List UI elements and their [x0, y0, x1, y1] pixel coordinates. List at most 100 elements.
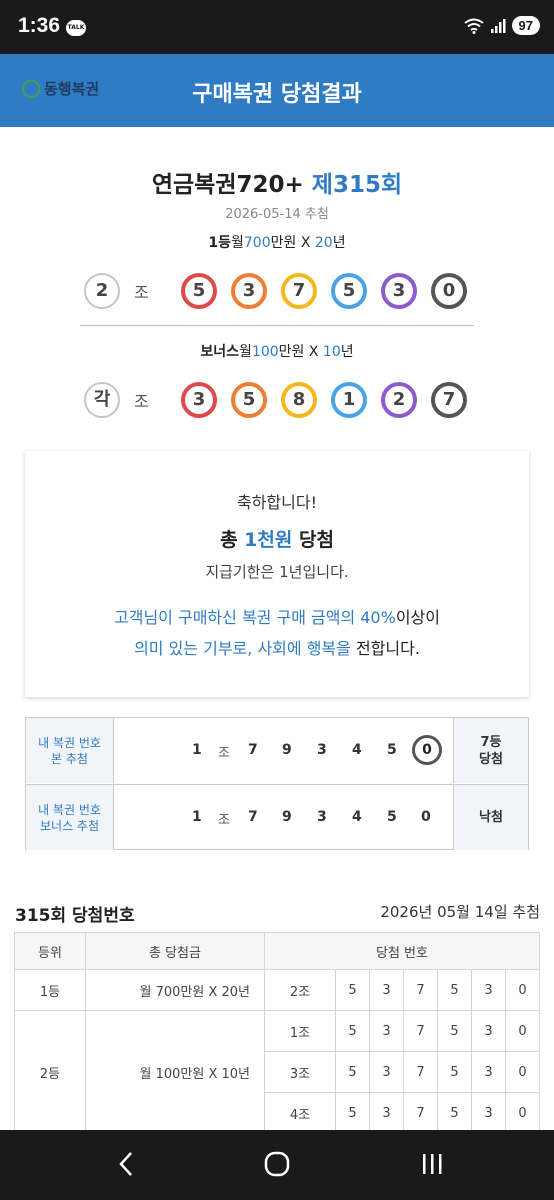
donation-message-line1: 고객님이 구매하신 복권 구매 금액의 40%이상이 — [114, 608, 440, 627]
game-name: 연금복권720+ — [151, 172, 304, 198]
ticket-digit: 3 — [317, 809, 327, 825]
status-bar: 1:36 TALK 97 — [0, 0, 554, 54]
digit-cell: 7 — [403, 1010, 438, 1052]
digit-cell: 0 — [505, 1010, 540, 1052]
number-ball: 7 — [281, 273, 317, 309]
my-ticket-bonus-label: 내 복권 번호 보너스 추첨 — [26, 785, 114, 850]
congrats-card: 축하합니다! 총 1천원 당첨 지급기한은 1년입니다. 고객님이 구매하신 복… — [25, 451, 529, 697]
my-ticket-bonus-result: 낙첨 — [453, 785, 528, 850]
number-ball: 2 — [381, 382, 417, 418]
ticket-digit: 9 — [282, 742, 292, 758]
wifi-icon — [463, 18, 484, 34]
back-button[interactable] — [108, 1142, 144, 1186]
my-ticket-main-result: 7등 당첨 — [453, 718, 528, 783]
ticket-digit: 7 — [248, 809, 258, 825]
ticket-digit: 3 — [317, 742, 327, 758]
number-ball: 3 — [381, 273, 417, 309]
ticket-digit: 7 — [248, 742, 258, 758]
ticket-group: 1 — [192, 742, 202, 758]
group-unit-label: 조 — [134, 283, 149, 302]
rank-cell: 1등 — [14, 969, 86, 1011]
group-cell: 2조 — [264, 969, 336, 1011]
table-row: 2등 월 100만원 X 10년 1조 5 3 7 5 3 0 — [14, 1010, 540, 1134]
digit-cell: 5 — [437, 1010, 472, 1052]
header-numbers: 당첨 번호 — [264, 932, 540, 970]
ticket-group: 1 — [192, 809, 202, 825]
payment-deadline: 지급기한은 1년입니다. — [205, 563, 349, 581]
number-ball: 5 — [181, 273, 217, 309]
table-header-row: 등위 총 당첨금 당첨 번호 — [14, 932, 540, 970]
digit-cell: 5 — [335, 1051, 370, 1093]
navigation-bar — [0, 1130, 554, 1200]
digit-cell: 3 — [369, 1051, 404, 1093]
bonus-prize-label: 보너스월100만원 X 10년 — [200, 344, 354, 360]
battery-indicator: 97 — [511, 16, 540, 35]
digit-cell: 5 — [335, 969, 370, 1011]
number-ball: 8 — [281, 382, 317, 418]
digit-cell: 3 — [471, 1010, 506, 1052]
ticket-digit: 4 — [352, 742, 362, 758]
my-ticket-main-label: 내 복권 번호 본 추첨 — [26, 718, 114, 783]
recent-apps-icon — [423, 1154, 442, 1174]
matched-digit: 0 — [412, 735, 442, 765]
group-cell: 3조 — [264, 1051, 336, 1093]
digit-cell: 0 — [505, 969, 540, 1011]
round-number: 제315회 — [311, 172, 403, 198]
ticket-digit: 5 — [387, 742, 397, 758]
winning-numbers-date: 2026년 05월 14일 추첨 — [380, 903, 540, 921]
digit-cell: 5 — [437, 969, 472, 1011]
digit-cell: 3 — [471, 1092, 506, 1134]
ticket-digit: 4 — [352, 809, 362, 825]
recents-button[interactable] — [414, 1142, 450, 1186]
ticket-group-unit: 조 — [218, 746, 230, 761]
app-header: 동행복권 구매복권 당첨결과 — [0, 54, 554, 127]
page-title: 구매복권 당첨결과 — [192, 82, 362, 107]
prize-cell: 월 700만원 X 20년 — [85, 969, 265, 1011]
digit-cell: 5 — [335, 1092, 370, 1134]
home-button[interactable] — [259, 1142, 295, 1186]
my-ticket-bonus-row: 내 복권 번호 보너스 추첨 1 조 7 9 3 4 5 0 낙첨 — [26, 784, 528, 850]
group-ball: 2 — [84, 273, 120, 309]
digit-cell: 3 — [471, 1051, 506, 1093]
congrats-text: 축하합니다! — [236, 493, 317, 512]
winning-numbers-section: 315회 당첨번호 2026년 05월 14일 추첨 등위 총 당첨금 당첨 번… — [0, 877, 554, 1134]
number-ball: 5 — [331, 273, 367, 309]
group-ball: 각 — [84, 382, 120, 418]
prize-cell: 월 100만원 X 10년 — [85, 1010, 265, 1134]
number-ball: 0 — [431, 273, 467, 309]
group-cell: 1조 — [264, 1010, 336, 1052]
my-ticket-main-row: 내 복권 번호 본 추첨 1 조 7 9 3 4 50 7등 당첨 — [26, 718, 528, 783]
digit-cell: 7 — [403, 969, 438, 1011]
rank-cell: 2등 — [14, 1010, 86, 1134]
draw-date: 2026-05-14 추첨 — [225, 207, 329, 222]
ticket-digit: 5 — [387, 809, 397, 825]
digit-cell: 0 — [505, 1092, 540, 1134]
digit-cell: 3 — [369, 1010, 404, 1052]
back-icon — [119, 1152, 132, 1176]
digit-cell: 5 — [437, 1051, 472, 1093]
round-title: 연금복권720+ 제315회 — [0, 165, 554, 199]
group-unit-label: 조 — [134, 392, 149, 411]
digit-cell: 5 — [335, 1010, 370, 1052]
ticket-digit: 9 — [282, 809, 292, 825]
kakaotalk-notification-icon: TALK — [66, 20, 86, 36]
digit-cell: 3 — [471, 969, 506, 1011]
donation-message-line2: 의미 있는 기부로, 사회에 행복을 전합니다. — [134, 639, 420, 658]
header-rank: 등위 — [14, 932, 86, 970]
ticket-digit: 0 — [421, 809, 431, 825]
number-ball: 3 — [181, 382, 217, 418]
status-time: 1:36 — [18, 14, 61, 37]
header-prize: 총 당첨금 — [85, 932, 265, 970]
group-cell: 4조 — [264, 1092, 336, 1134]
bonus-prize-balls: 각조 358127 — [0, 378, 554, 422]
digit-cell: 5 — [437, 1092, 472, 1134]
digit-cell: 3 — [369, 969, 404, 1011]
number-ball: 1 — [331, 382, 367, 418]
digit-cell: 0 — [505, 1051, 540, 1093]
total-winning: 총 1천원 당첨 — [220, 529, 334, 551]
result-section: 연금복권720+ 제315회 2026-05-14 추첨 1등월700만원 X … — [0, 127, 554, 877]
table-row: 1등 월 700만원 X 20년 2조 5 3 7 5 3 0 — [14, 969, 540, 1011]
digit-cell: 7 — [403, 1092, 438, 1134]
number-ball: 5 — [231, 382, 267, 418]
number-ball: 7 — [431, 382, 467, 418]
